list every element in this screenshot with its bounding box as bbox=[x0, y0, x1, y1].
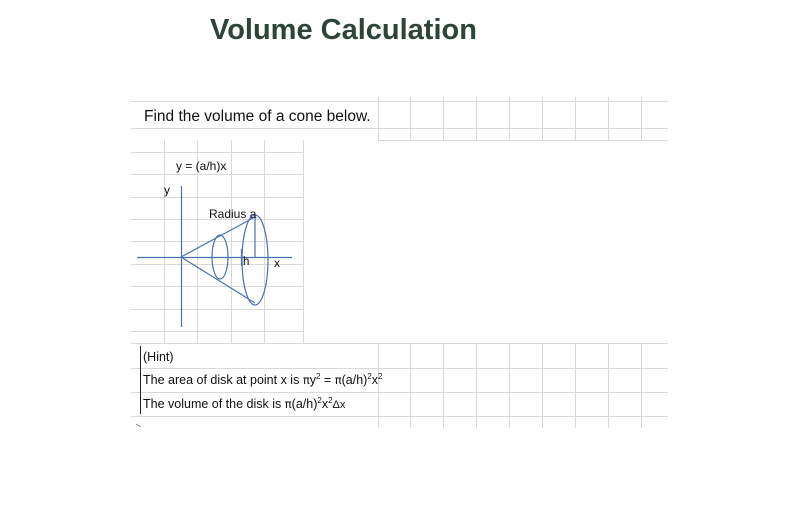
question-text: Find the volume of a cone below. bbox=[144, 108, 371, 125]
hint-volume-formula: The volume of the disk is π(a/h)2x2Δx bbox=[143, 397, 346, 412]
x-axis-label: x bbox=[274, 256, 280, 270]
hint-heading: (Hint) bbox=[143, 350, 174, 364]
y-axis-label: y bbox=[164, 183, 170, 197]
area-prefix: The area of disk at point x is bbox=[143, 373, 303, 387]
equals-sign: = bbox=[320, 373, 335, 387]
pi-symbol: π bbox=[334, 373, 342, 387]
delta-x: Δx bbox=[332, 399, 346, 411]
hint-area-formula: The area of disk at point x is πy2 = π(a… bbox=[143, 372, 383, 388]
spreadsheet-grid bbox=[131, 97, 668, 428]
volume-prefix: The volume of the disk is bbox=[143, 397, 285, 411]
sheet-corner-mark bbox=[135, 423, 142, 428]
ratio-term: (a/h) bbox=[341, 373, 368, 387]
radius-label: Radius a bbox=[209, 207, 257, 221]
exponent: 2 bbox=[378, 372, 383, 381]
height-label: h bbox=[243, 256, 250, 268]
curve-equation: y = (a/h)x bbox=[176, 159, 227, 173]
pi-symbol: π bbox=[284, 397, 292, 411]
ratio-term: (a/h) bbox=[291, 397, 318, 411]
pi-symbol: π bbox=[302, 373, 310, 387]
